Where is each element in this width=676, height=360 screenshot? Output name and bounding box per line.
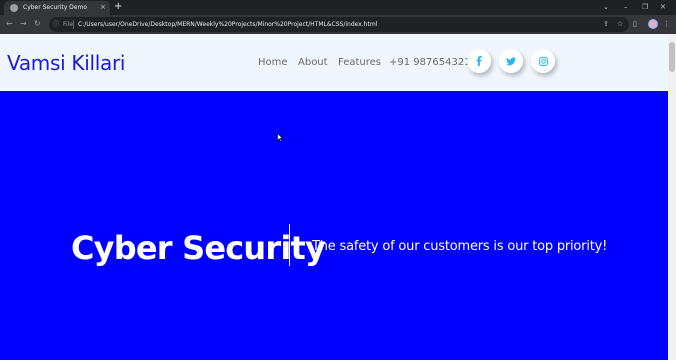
site-header: Vamsi Killari Home About Features +91 98…	[0, 34, 668, 91]
tab-close-icon[interactable]: ×	[100, 3, 106, 12]
instagram-icon	[538, 56, 548, 66]
browser-tab[interactable]: Cyber Security Demo ×	[4, 1, 110, 15]
close-icon[interactable]: ✕	[660, 2, 666, 12]
forward-icon[interactable]: →	[20, 18, 27, 30]
page-scrollbar[interactable]	[668, 34, 676, 360]
new-tab-button[interactable]: +	[114, 1, 122, 13]
hero-section	[0, 91, 668, 360]
globe-icon	[10, 4, 18, 12]
nav-home-link[interactable]: Home	[258, 56, 288, 70]
back-icon[interactable]: ←	[6, 18, 13, 30]
browser-tab-strip: Cyber Security Demo × + ⌄ – ❐ ✕	[0, 0, 676, 15]
url-text[interactable]: C:/Users/user/OneDrive/Desktop/MERN/Week…	[78, 20, 377, 29]
twitter-icon	[506, 56, 516, 65]
hero-title: Cyber Security	[71, 229, 326, 267]
brand-logo[interactable]: Vamsi Killari	[7, 50, 125, 76]
nav-phone-link[interactable]: +91 9876543210	[389, 56, 477, 70]
profile-avatar-icon[interactable]	[648, 19, 658, 29]
scrollbar-thumb[interactable]	[669, 42, 675, 72]
maximize-icon[interactable]: ❐	[642, 2, 648, 12]
nav-about-link[interactable]: About	[298, 56, 328, 70]
info-icon[interactable]: ⓘ	[53, 20, 59, 29]
tab-title: Cyber Security Demo	[23, 4, 87, 11]
menu-icon[interactable]: ⋮	[663, 19, 670, 29]
address-bar[interactable]: ⓘ File C:/Users/user/OneDrive/Desktop/ME…	[49, 17, 629, 32]
reload-icon[interactable]: ↻	[34, 18, 41, 30]
tab-search-icon[interactable]: ⌄	[603, 2, 609, 12]
hero-tagline: The safety of our customers is our top p…	[312, 239, 608, 254]
minimize-icon[interactable]: –	[624, 2, 628, 12]
mouse-cursor-icon	[277, 133, 283, 142]
bookmark-star-icon[interactable]: ☆	[617, 19, 623, 29]
address-divider	[73, 20, 74, 29]
facebook-button[interactable]	[467, 49, 491, 73]
side-panel-icon[interactable]: ▯	[633, 19, 637, 29]
twitter-button[interactable]	[499, 49, 523, 73]
hero-divider	[289, 224, 290, 266]
facebook-icon	[476, 56, 482, 66]
share-icon[interactable]: ⇪	[603, 19, 609, 29]
browser-toolbar: ← → ↻ ⓘ File C:/Users/user/OneDrive/Desk…	[0, 15, 676, 34]
url-scheme: File	[63, 21, 74, 28]
instagram-button[interactable]	[531, 49, 555, 73]
nav-features-link[interactable]: Features	[338, 56, 381, 70]
